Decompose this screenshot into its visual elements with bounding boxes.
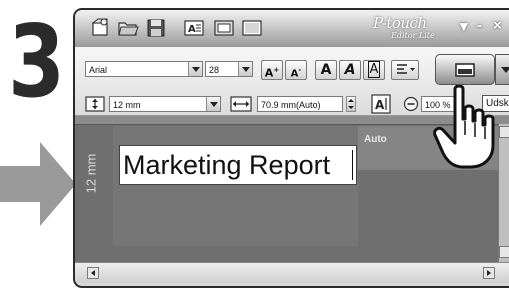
horizontal-scrollbar[interactable] bbox=[75, 262, 509, 283]
save-icon[interactable] bbox=[145, 17, 167, 39]
scroll-down-arrow-icon[interactable] bbox=[499, 246, 509, 258]
print-options-dropdown[interactable] bbox=[495, 54, 509, 85]
italic-glyph: A bbox=[344, 62, 356, 78]
tape-width-value: 12 mm bbox=[113, 100, 141, 110]
text-align-icon[interactable]: A bbox=[371, 94, 391, 114]
auto-length-label: Auto bbox=[364, 134, 387, 145]
window-menu-button[interactable]: ▾ bbox=[460, 17, 468, 35]
tape-width-indicator: 12 mm bbox=[82, 146, 99, 206]
insert-frame-icon[interactable] bbox=[213, 17, 235, 39]
spinner-arrows-icon bbox=[348, 99, 354, 109]
text-caret bbox=[352, 150, 353, 180]
frame-text-button[interactable]: A bbox=[363, 60, 385, 80]
minimize-button[interactable]: - bbox=[477, 17, 482, 34]
label-text-box[interactable]: Marketing Report bbox=[119, 145, 357, 185]
open-folder-icon[interactable] bbox=[117, 17, 139, 39]
font-name-dropdown-icon[interactable] bbox=[188, 62, 202, 76]
align-button[interactable] bbox=[391, 60, 419, 80]
app-logo-subtitle: Editor Lite bbox=[391, 31, 435, 40]
step-arrow-icon bbox=[0, 142, 76, 226]
label-length-icon bbox=[230, 96, 252, 112]
print-button[interactable] bbox=[435, 54, 495, 85]
scroll-right-arrow-icon[interactable] bbox=[483, 267, 495, 279]
step-number: 3 bbox=[8, 12, 72, 114]
svg-text:A: A bbox=[188, 24, 196, 35]
bold-glyph: A bbox=[320, 62, 332, 78]
new-label-icon[interactable] bbox=[89, 17, 111, 39]
tape-width-select[interactable]: 12 mm bbox=[109, 96, 221, 112]
hand-pointer-icon bbox=[433, 85, 495, 169]
insert-text-icon[interactable]: A bbox=[183, 17, 205, 39]
close-button[interactable]: × bbox=[493, 17, 502, 34]
align-left-icon bbox=[397, 64, 415, 74]
label-length-field[interactable]: 70.9 mm(Auto) bbox=[257, 96, 343, 112]
tape-width-indicator-text: 12 mm bbox=[83, 153, 99, 194]
scroll-left-arrow-icon[interactable] bbox=[87, 267, 99, 279]
tape-width-dropdown-icon[interactable] bbox=[206, 97, 220, 111]
zoom-out-icon[interactable] bbox=[403, 96, 419, 112]
italic-button[interactable]: A bbox=[339, 60, 361, 80]
label-length-spinner[interactable] bbox=[346, 96, 356, 112]
frame-text-glyph: A bbox=[367, 61, 381, 78]
font-name-select[interactable]: Arial bbox=[85, 61, 203, 77]
font-size-select[interactable]: 28 bbox=[205, 61, 253, 77]
svg-text:A: A bbox=[375, 98, 385, 112]
insert-image-icon[interactable] bbox=[241, 17, 263, 39]
decrease-font-size-button[interactable]: A- bbox=[285, 60, 307, 80]
step-number-text: 3 bbox=[8, 3, 66, 120]
title-bar: A P-touch Editor Lite ▾ - × bbox=[75, 10, 509, 47]
font-size-dropdown-icon[interactable] bbox=[238, 62, 252, 76]
increase-font-size-button[interactable]: A+ bbox=[261, 60, 283, 80]
tape-width-icon bbox=[85, 96, 105, 112]
printer-icon bbox=[455, 63, 475, 77]
app-logo-script: P-touch bbox=[373, 14, 427, 32]
bold-button[interactable]: A bbox=[315, 60, 337, 80]
app-logo: P-touch Editor Lite bbox=[373, 14, 435, 42]
label-length-value: 70.9 mm(Auto) bbox=[261, 100, 321, 110]
font-size-value: 28 bbox=[209, 65, 220, 75]
font-name-value: Arial bbox=[89, 65, 108, 75]
label-area[interactable] bbox=[113, 126, 358, 246]
